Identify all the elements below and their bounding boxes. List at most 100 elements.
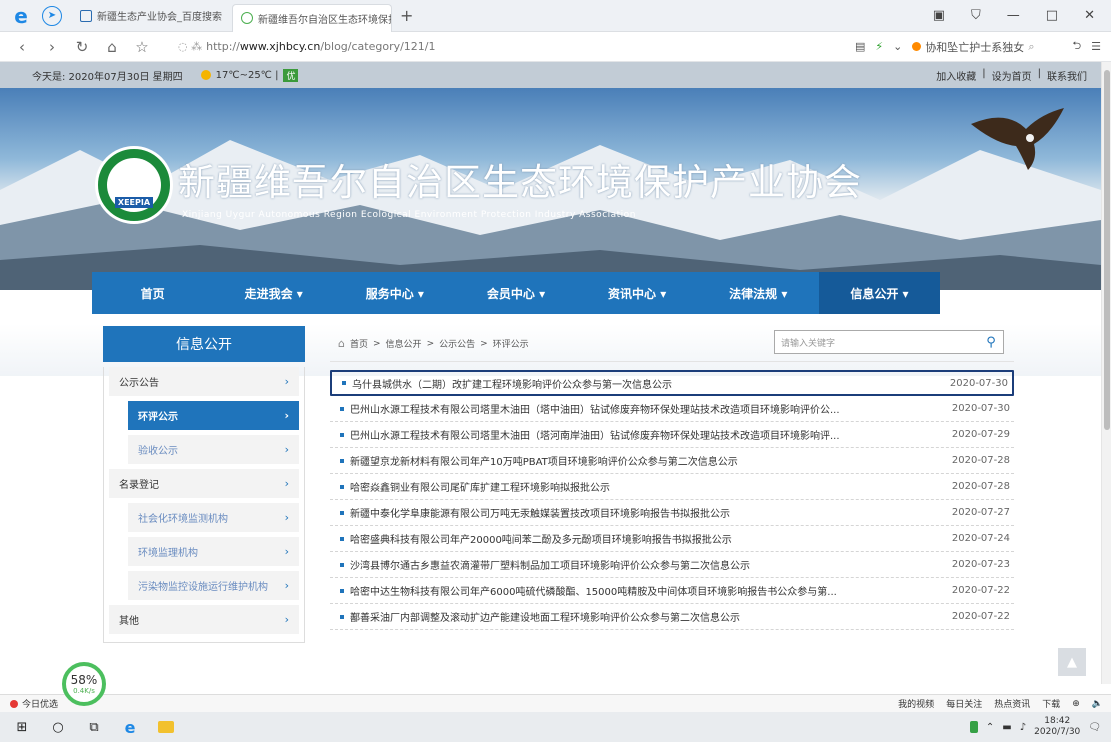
- hot-news-link[interactable]: 热点资讯: [994, 697, 1030, 710]
- nav-news[interactable]: 资讯中心 ▾: [577, 272, 698, 314]
- daily-focus-link[interactable]: 每日关注: [946, 697, 982, 710]
- site-favicon-icon: [241, 12, 253, 24]
- network-icon[interactable]: ▬: [1002, 722, 1011, 733]
- minimize-button[interactable]: —: [1007, 8, 1020, 23]
- nav-about[interactable]: 走进我会 ▾: [213, 272, 334, 314]
- tray-expand-icon[interactable]: ⌃: [986, 722, 994, 733]
- breadcrumb-home[interactable]: 首页: [350, 337, 368, 350]
- url-field[interactable]: ◌ ⁂ http://www.xjhbcy.cn/blog/category/1…: [178, 40, 828, 53]
- tray-app-icon[interactable]: [969, 721, 978, 733]
- chevron-right-icon: ›: [284, 443, 289, 456]
- news-item[interactable]: 新疆望京龙新材料有限公司年产10万吨PBAT项目环境影响评价公众参与第二次信息公…: [330, 448, 1014, 474]
- news-item[interactable]: 巴州山水源工程技术有限公司塔里木油田（塔河南岸油田）钻试修废弃物环保处理站技术改…: [330, 422, 1014, 448]
- back-to-top-button[interactable]: ▲: [1058, 648, 1086, 676]
- lightning-icon[interactable]: ⚡: [875, 40, 883, 53]
- news-item[interactable]: 巴州山水源工程技术有限公司塔里木油田（塔中油田）钻试修废弃物环保处理站技术改造项…: [330, 396, 1014, 422]
- current-date: 今天是: 2020年07月30日 星期四: [32, 71, 183, 83]
- browser-tab-current[interactable]: 新疆维吾尔自治区生态环境保护 ✕: [232, 3, 392, 32]
- nav-laws[interactable]: 法律法规 ▾: [698, 272, 819, 314]
- browser-tab-search[interactable]: 新疆生态产业协会_百度搜索: [72, 4, 232, 28]
- forward-button[interactable]: ›: [44, 38, 60, 56]
- volume-icon[interactable]: 🔈: [1092, 699, 1103, 709]
- sidebar-item-eia-notice[interactable]: 环评公示 ›: [128, 401, 299, 430]
- my-videos-link[interactable]: 我的视频: [898, 697, 934, 710]
- chevron-right-icon: ›: [284, 409, 289, 422]
- menu-icon[interactable]: ☰: [1091, 40, 1101, 53]
- sidebar-item-announcements[interactable]: 公示公告 ›: [109, 367, 299, 396]
- taskbar-clock[interactable]: 18:42 2020/7/30: [1034, 716, 1080, 738]
- sidebar-item-monitoring-orgs[interactable]: 社会化环境监测机构 ›: [128, 503, 299, 532]
- address-bar-tools: ▤ ⚡ ⌄ 协和坠亡护士系独女 ⌕ ⮌ ☰: [855, 37, 1101, 57]
- news-item[interactable]: 沙湾县博尔通古乡惠益农滴灌带厂塑料制品加工项目环境影响评价公众参与第二次信息公示…: [330, 552, 1014, 578]
- news-item[interactable]: 哈密盛典科技有限公司年产20000吨间苯二酚及多元酚项目环境影响报告书拟报批公示…: [330, 526, 1014, 552]
- windows-start-icon[interactable]: ⊞: [8, 720, 36, 735]
- website-viewport: 今天是: 2020年07月30日 星期四 17℃~25℃ | 优 加入收藏 | …: [0, 62, 1101, 684]
- search-icon[interactable]: ⌕: [1028, 40, 1034, 54]
- cortana-icon[interactable]: ○: [44, 720, 72, 735]
- site-top-info-bar: 今天是: 2020年07月30日 星期四 17℃~25℃ | 优 加入收藏 | …: [0, 62, 1101, 88]
- news-item[interactable]: 鄯善采油厂内部调整及滚动扩边产能建设地面工程环境影响评价公众参与第二次信息公示 2…: [330, 604, 1014, 630]
- nav-info-disclosure[interactable]: 信息公开 ▾: [818, 272, 940, 314]
- news-item[interactable]: 乌什县城供水（二期）改扩建工程环境影响评价公众参与第一次信息公示 2020-07-…: [330, 370, 1014, 396]
- browser-taskbar-icon[interactable]: e: [116, 718, 144, 737]
- baidu-favicon-icon: [80, 9, 92, 22]
- security-icon: ◌ ⁂: [178, 40, 203, 53]
- news-item[interactable]: 哈密中达生物科技有限公司年产6000吨硫代磷酸酯、15000吨精胺及中间体项目环…: [330, 578, 1014, 604]
- chevron-right-icon: ›: [284, 613, 289, 626]
- breadcrumb-current[interactable]: 环评公示: [493, 337, 529, 350]
- shirt-icon[interactable]: ⛉: [971, 8, 981, 23]
- sidebar-item-acceptance-notice[interactable]: 验收公示 ›: [128, 435, 299, 464]
- zoom-icon[interactable]: ⊕: [1072, 699, 1080, 709]
- navigate-icon[interactable]: ➤: [42, 5, 62, 26]
- site-title: 新疆维吾尔自治区生态环境保护产业协会: [178, 161, 862, 204]
- breadcrumb-info[interactable]: 信息公开: [386, 337, 422, 350]
- download-link[interactable]: 下载: [1042, 697, 1060, 710]
- file-explorer-icon[interactable]: [152, 721, 180, 733]
- add-favorite-link[interactable]: 加入收藏: [936, 68, 976, 83]
- reload-button[interactable]: ↻: [74, 38, 90, 56]
- sidebar-item-registry[interactable]: 名录登记 ›: [109, 469, 299, 498]
- vertical-scrollbar[interactable]: [1101, 62, 1111, 684]
- chevron-right-icon: ›: [284, 545, 289, 558]
- task-view-icon[interactable]: ⧉: [80, 720, 108, 735]
- header-banner: XEEPIA 新疆维吾尔自治区生态环境保护产业协会 Xinjiang Uygur…: [0, 88, 1101, 290]
- close-window-button[interactable]: ✕: [1084, 8, 1095, 23]
- set-homepage-link[interactable]: 设为首页: [992, 68, 1032, 83]
- site-search-input[interactable]: 请输入关键字 ⚲: [774, 330, 1004, 354]
- maximize-button[interactable]: □: [1046, 8, 1058, 23]
- browser-logo-icon[interactable]: e: [6, 1, 36, 31]
- main-nav: 首页 走进我会 ▾ 服务中心 ▾ 会员中心 ▾ 资讯中心 ▾ 法律法规 ▾ 信息…: [92, 272, 940, 314]
- sidebar: 信息公开 公示公告 › 环评公示 › 验收公示 › 名录登记 › 社会化环境监测机构 › …: [103, 326, 305, 643]
- sound-icon[interactable]: ♪: [1020, 722, 1026, 733]
- nav-members[interactable]: 会员中心 ▾: [455, 272, 576, 314]
- browser-tab-bar: e ➤ 新疆生态产业协会_百度搜索 新疆维吾尔自治区生态环境保护 ✕ + ▣ ⛉…: [0, 0, 1111, 32]
- network-speed-widget[interactable]: 58% 0.4K/s: [62, 662, 106, 706]
- sidebar-item-other[interactable]: 其他 ›: [109, 605, 299, 634]
- search-icon[interactable]: ⚲: [979, 335, 1003, 350]
- reader-icon[interactable]: ▤: [855, 40, 865, 53]
- top-link-separator: |: [982, 67, 986, 79]
- air-quality-badge: 优: [283, 68, 299, 82]
- dropdown-chevron-icon[interactable]: ⌄: [893, 40, 902, 53]
- nav-services[interactable]: 服务中心 ▾: [334, 272, 455, 314]
- bullet-icon: [340, 484, 344, 489]
- main-content: ⌂ 首页 > 信息公开 > 公示公告 > 环评公示 请输入关键字 ⚲ 乌什县城供…: [330, 326, 1014, 630]
- undo-icon[interactable]: ⮌: [1072, 37, 1081, 56]
- back-button[interactable]: ‹: [14, 38, 30, 56]
- new-tab-button[interactable]: +: [400, 6, 413, 25]
- favorite-star-icon[interactable]: ☆: [134, 38, 150, 56]
- sidebar-item-supervision-orgs[interactable]: 环境监理机构 ›: [128, 537, 299, 566]
- browser-search-box[interactable]: 协和坠亡护士系独女 ⌕: [912, 37, 1062, 57]
- news-item[interactable]: 哈密焱鑫铜业有限公司尾矿库扩建工程环境影响拟报批公示 2020-07-28: [330, 474, 1014, 500]
- nav-home[interactable]: 首页: [92, 272, 213, 314]
- sidebar-item-maintenance-orgs[interactable]: 污染物监控设施运行维护机构 ›: [128, 571, 299, 600]
- sidebar-toggle-icon[interactable]: ▣: [933, 8, 945, 23]
- news-item[interactable]: 新疆中泰化学阜康能源有限公司万吨无汞触媒装置技改项目环境影响报告书拟报批公示 20…: [330, 500, 1014, 526]
- breadcrumb-announcements[interactable]: 公示公告: [439, 337, 475, 350]
- daily-picks-link[interactable]: 今日优选: [22, 697, 58, 710]
- contact-us-link[interactable]: 联系我们: [1047, 68, 1087, 83]
- bullet-icon: [340, 588, 344, 593]
- scrollbar-thumb[interactable]: [1104, 70, 1110, 430]
- notification-icon[interactable]: 🗨: [1088, 722, 1101, 733]
- home-icon[interactable]: ⌂: [104, 38, 120, 56]
